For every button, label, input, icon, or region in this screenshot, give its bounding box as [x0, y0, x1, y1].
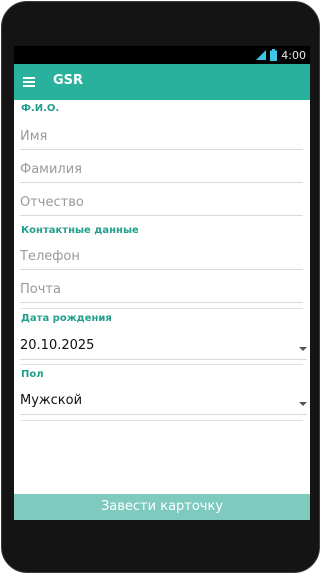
status-icons: 4:00 [256, 47, 306, 63]
birthdate-section-label: Дата рождения [21, 313, 112, 324]
birthdate-picker[interactable]: 20.10.2025 [20, 334, 307, 360]
status-time: 4:00 [281, 48, 306, 62]
phone-field[interactable]: Телефон [20, 246, 303, 270]
dropdown-arrow-icon [299, 347, 307, 351]
gender-select[interactable]: Мужской [20, 389, 307, 415]
email-placeholder: Почта [20, 282, 61, 297]
app-bar: GSR [14, 64, 310, 100]
contacts-section-label: Контактные данные [21, 225, 139, 236]
phone-placeholder: Телефон [20, 249, 80, 264]
app-title: GSR [53, 73, 84, 88]
phone-frame: 4:00 GSR Ф.И.О. Имя Фамилия Отчество Кон… [1, 1, 320, 573]
patronymic-placeholder: Отчество [20, 195, 84, 210]
last-name-placeholder: Фамилия [20, 162, 82, 177]
gender-value: Мужской [20, 393, 83, 408]
signal-icon [256, 50, 267, 60]
battery-icon [270, 49, 278, 61]
first-name-placeholder: Имя [20, 129, 48, 144]
email-field[interactable]: Почта [20, 279, 303, 303]
section-divider [20, 364, 303, 365]
create-card-button[interactable]: Завести карточку [14, 494, 310, 520]
first-name-field[interactable]: Имя [20, 126, 303, 150]
fio-section-label: Ф.И.О. [21, 103, 60, 114]
patronymic-field[interactable]: Отчество [20, 192, 303, 216]
dropdown-arrow-icon [299, 402, 307, 406]
app-screen: 4:00 GSR Ф.И.О. Имя Фамилия Отчество Кон… [14, 46, 310, 520]
menu-icon[interactable] [22, 75, 36, 89]
last-name-field[interactable]: Фамилия [20, 159, 303, 183]
gender-section-label: Пол [21, 369, 44, 380]
section-divider [20, 420, 303, 421]
section-divider [20, 308, 303, 309]
status-bar: 4:00 [14, 46, 310, 64]
birthdate-value: 20.10.2025 [20, 338, 95, 353]
